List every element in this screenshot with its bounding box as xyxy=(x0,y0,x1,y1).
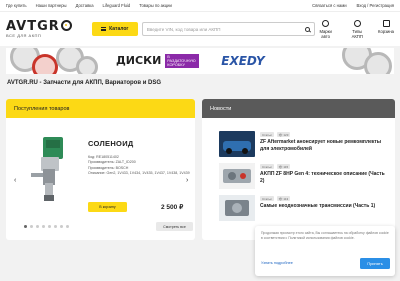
top-link-lifeguard[interactable]: Lifeguard Fluid xyxy=(103,3,131,8)
news-title[interactable]: ZF Aftermarket анонсирует новые ремкомпл… xyxy=(260,139,390,152)
news-views: 👁 113 xyxy=(276,196,291,201)
banner-headline: ДИСКИ xyxy=(116,54,162,68)
news-thumbnail xyxy=(219,195,255,221)
banner-discs-image xyxy=(6,48,98,74)
new-products-panel: Поступления товаров ‹ › СОЛЕНОИД Код: RE… xyxy=(6,99,195,240)
search-icon[interactable] xyxy=(304,26,310,32)
new-products-header: Поступления товаров xyxy=(6,99,195,118)
add-to-cart-button[interactable]: В корзину xyxy=(88,202,127,212)
banner-brand-logo: EXEDY xyxy=(221,54,265,68)
news-title[interactable]: AKПП ZF 8HP Gen 4: техническое описание … xyxy=(260,171,390,184)
carousel-dot[interactable] xyxy=(24,225,27,228)
news-item[interactable]: Статьи 👁 123 ZF Aftermarket анонсирует но… xyxy=(219,131,393,161)
logo-subtitle: ВСЕ ДЛЯ АКПП xyxy=(6,33,42,38)
view-all-button[interactable]: Смотреть все xyxy=(156,222,193,231)
catalog-button[interactable]: Каталог xyxy=(91,22,138,36)
search-input[interactable]: Введите VIN, код товара или АКПП xyxy=(141,22,315,36)
cookie-banner: Продолжая просмотр этого сайта, Вы согла… xyxy=(255,226,395,276)
contact-link[interactable]: Связаться с нами xyxy=(312,3,346,8)
carousel-dot[interactable] xyxy=(54,225,57,228)
logo-gear-icon xyxy=(60,20,72,31)
next-arrow-icon[interactable]: › xyxy=(186,177,188,184)
cart-label: Корзина xyxy=(378,28,394,34)
carousel-dots xyxy=(24,225,69,228)
car-icon xyxy=(322,19,330,27)
product-specs: Код: RE180511402 Производитель: ZALT_ID2… xyxy=(88,155,190,177)
news-title[interactable]: Самые неоднозначные трансмиссии (Часть 1… xyxy=(260,203,390,210)
cookie-text: Продолжая просмотр этого сайта, Вы согла… xyxy=(261,231,389,240)
news-views: 👁 123 xyxy=(276,132,291,137)
page-title: AVTGR.RU - Запчасти для АКПП, Вариаторов… xyxy=(7,80,162,86)
carousel-dot[interactable] xyxy=(66,225,69,228)
news-thumbnail xyxy=(219,131,255,157)
carousel-dot[interactable] xyxy=(60,225,63,228)
car-brands-button[interactable]: Марки авто xyxy=(315,19,336,39)
banner-tag: В РАЗДАТОЧНУЮ КОРОБКУ xyxy=(165,53,200,69)
news-thumbnail xyxy=(219,163,255,189)
top-link-partners[interactable]: Наши партнеры xyxy=(36,3,67,8)
cart-icon xyxy=(382,19,390,27)
product-spec-description: Описание: Gen2, 1V433, 1V434, 1V435, 1V4… xyxy=(88,171,190,176)
car-brands-label: Марки авто xyxy=(319,28,332,39)
promo-banner[interactable]: ДИСКИ В РАЗДАТОЧНУЮ КОРОБКУ EXEDY xyxy=(6,48,394,74)
carousel-dot[interactable] xyxy=(30,225,33,228)
news-views: 👁 115 xyxy=(276,164,291,169)
news-panel: Новости Статьи 👁 123 ZF Aftermarket анонс… xyxy=(202,99,395,240)
product-name[interactable]: СОЛЕНОИД xyxy=(88,139,134,148)
news-header: Новости xyxy=(202,99,395,118)
login-link[interactable]: Вход / Регистрация xyxy=(357,3,394,8)
menu-icon xyxy=(101,27,107,31)
news-category: Статьи xyxy=(260,132,274,137)
news-category: Статьи xyxy=(260,196,274,201)
news-item[interactable]: Статьи 👁 113 Самые неоднозначные трансмис… xyxy=(219,195,393,225)
banner-discs-right-image xyxy=(334,48,394,74)
top-bar: Где купить Наши партнеры Доставка Lifegu… xyxy=(0,0,400,12)
logo[interactable]: AVTGR ВСЕ ДЛЯ АКПП xyxy=(6,20,75,38)
top-link-sale[interactable]: Товары по акции xyxy=(139,3,172,8)
product-price: 2 500 ₽ xyxy=(161,204,184,211)
site-header: AVTGR ВСЕ ДЛЯ АКПП Каталог Введите VIN, … xyxy=(0,12,400,46)
prev-arrow-icon[interactable]: ‹ xyxy=(14,177,16,184)
top-link-where-to-buy[interactable]: Где купить xyxy=(6,3,27,8)
cookie-accept-button[interactable]: Принять xyxy=(360,258,390,269)
search-placeholder: Введите VIN, код товара или АКПП xyxy=(146,26,221,32)
gearbox-types-label: Типы АКПП xyxy=(351,28,363,39)
carousel-dot[interactable] xyxy=(48,225,51,228)
logo-text: AVTGR xyxy=(6,19,60,34)
news-category: Статьи xyxy=(260,164,274,169)
gearbox-types-button[interactable]: Типы АКПП xyxy=(346,19,368,39)
cookie-more-link[interactable]: Узнать подробнее xyxy=(261,261,293,265)
top-link-delivery[interactable]: Доставка xyxy=(76,3,94,8)
gearbox-icon xyxy=(353,19,361,27)
carousel-dot[interactable] xyxy=(42,225,45,228)
catalog-label: Каталог xyxy=(109,26,129,32)
news-item[interactable]: Статьи 👁 115 AKПП ZF 8HP Gen 4: техническ… xyxy=(219,163,393,193)
top-links: Где купить Наши партнеры Доставка Lifegu… xyxy=(6,3,172,8)
carousel-dot[interactable] xyxy=(36,225,39,228)
solenoid-image[interactable] xyxy=(29,135,71,205)
cart-button[interactable]: Корзина xyxy=(378,19,394,39)
